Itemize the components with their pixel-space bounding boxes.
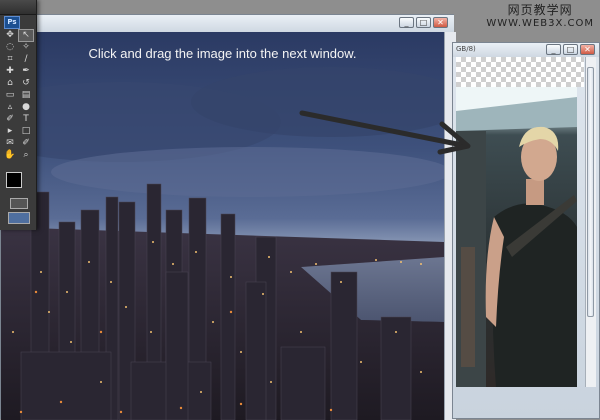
slice-tool[interactable]: ∕ [19,54,33,65]
notes-tool[interactable]: ✉ [3,138,17,149]
target-document-window[interactable]: GB/8) _ □ ✕ [452,42,600,419]
main-window-titlebar[interactable]: _ □ ✕ [1,15,454,32]
city-skyline-image [1,67,444,420]
watermark-url: WWW.WEB3X.COM [486,17,594,29]
brush-tool[interactable]: ✒ [19,66,33,77]
transparent-canvas-area[interactable] [456,57,584,87]
target-window-mode: GB/8) [456,45,476,53]
eyedropper-tool[interactable]: ✐ [19,138,33,149]
quick-mask-button[interactable] [10,198,28,209]
watermark: 网页教学网 WWW.WEB3X.COM [486,3,594,29]
main-window-controls: _ □ ✕ [399,17,448,28]
dodge-tool[interactable]: ● [19,102,33,113]
target-window-controls: _ □ ✕ [546,44,595,55]
type-tool[interactable]: T [19,114,33,125]
lasso-tool[interactable]: ◌ [3,42,17,53]
path-select-tool[interactable]: ▸ [3,126,17,137]
tools-panel: Ps ✥ ↖ ◌ ✧ ⌗ ∕ ✚ ✒ ⌂ ↺ ▭ ▤ ▵ ● ✐ T ▸ □ ✉ ✐ ✋ ⌕ [0,0,37,230]
minimize-button[interactable]: _ [399,17,414,28]
eraser-tool[interactable]: ▭ [3,90,17,101]
screen-mode-button[interactable] [8,212,30,224]
watermark-title: 网页教学网 [507,3,573,17]
healing-tool[interactable]: ✚ [3,66,17,77]
hand-tool[interactable]: ✋ [3,150,17,161]
stamp-tool[interactable]: ⌂ [3,78,17,89]
shape-tool[interactable]: □ [19,126,33,137]
maximize-button[interactable]: □ [416,17,431,28]
target-window-titlebar[interactable]: GB/8) _ □ ✕ [453,43,599,57]
city-photo-canvas[interactable]: Click and drag the image into the next w… [1,32,444,420]
foreground-color-swatch[interactable] [6,172,22,188]
close-button[interactable]: ✕ [580,44,595,55]
person-image [456,87,577,387]
photoshop-logo[interactable]: Ps [4,16,20,29]
history-brush-tool[interactable]: ↺ [19,78,33,89]
move-tool[interactable]: ✥ [3,30,17,41]
selection-tool[interactable]: ↖ [18,29,34,42]
target-window-scrollbar[interactable] [585,57,596,387]
crop-tool[interactable]: ⌗ [3,54,17,65]
tool-grid: ✥ ↖ ◌ ✧ ⌗ ∕ ✚ ✒ ⌂ ↺ ▭ ▤ ▵ ● ✐ T ▸ □ ✉ ✐ ✋ ⌕ [3,29,34,161]
magic-wand-tool[interactable]: ✧ [19,42,33,53]
scrollbar-thumb[interactable] [587,67,594,317]
instruction-text: Click and drag the image into the next w… [88,46,357,61]
blur-tool[interactable]: ▵ [3,102,17,113]
maximize-button[interactable]: □ [563,44,578,55]
close-button[interactable]: ✕ [433,17,448,28]
pen-tool[interactable]: ✐ [3,114,17,125]
person-photo[interactable] [456,87,577,387]
minimize-button[interactable]: _ [546,44,561,55]
main-image-window[interactable]: _ □ ✕ Click and drag the image into the … [0,14,456,420]
gradient-tool[interactable]: ▤ [19,90,33,101]
zoom-tool[interactable]: ⌕ [19,150,33,161]
tools-panel-header[interactable] [0,0,36,15]
